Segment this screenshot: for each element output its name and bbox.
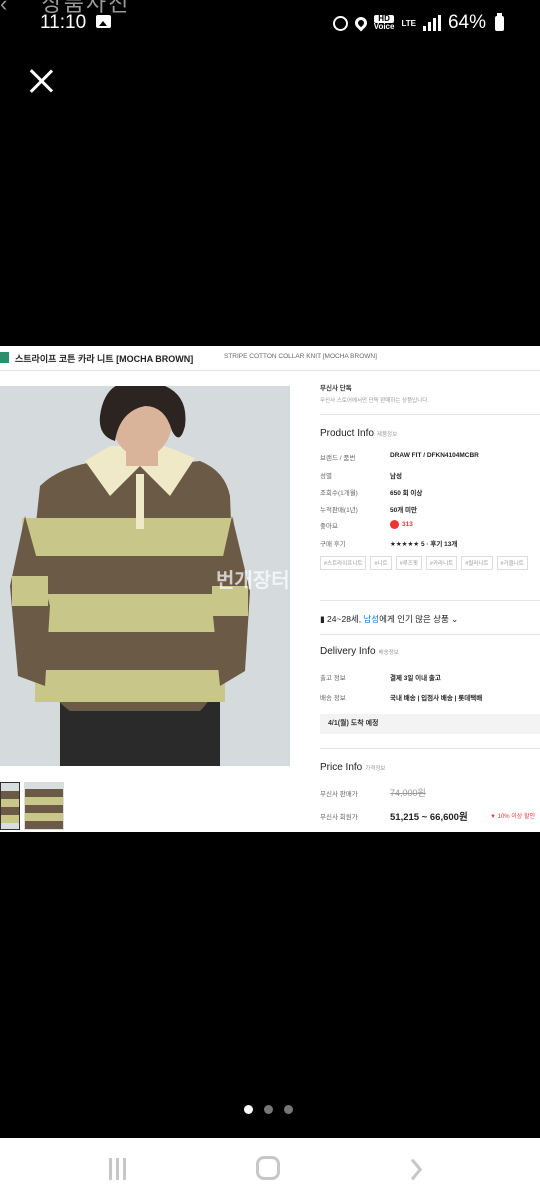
location-icon bbox=[352, 14, 370, 32]
thumbnail-2[interactable] bbox=[24, 782, 64, 830]
tag-list: #스트라이프니트 #니트 #루즈핏 #카라니트 #컬러니트 #가을니트 bbox=[320, 556, 540, 574]
store-badge-icon bbox=[0, 352, 9, 363]
popular-age-banner[interactable]: ▮ 24~28세, 남성에게 인기 많은 상품 ⌄ bbox=[320, 613, 458, 625]
tag-item[interactable]: #스트라이프니트 bbox=[320, 556, 367, 570]
signal-icon bbox=[422, 15, 441, 31]
hd-voice-icon: HD Voice bbox=[373, 14, 395, 31]
tag-item[interactable]: #카라니트 bbox=[425, 556, 458, 570]
tag-item[interactable]: #가을니트 bbox=[496, 556, 528, 570]
alarm-icon bbox=[332, 15, 348, 31]
lte-icon: LTE bbox=[401, 18, 416, 28]
tag-item[interactable]: #컬러니트 bbox=[461, 556, 493, 570]
watermark: 번개장터 bbox=[216, 570, 290, 592]
home-icon[interactable] bbox=[256, 1156, 280, 1180]
page-dot[interactable] bbox=[264, 1105, 273, 1114]
discount-badge: ▼ 10% 이상 할인 bbox=[490, 814, 536, 820]
product-photo: 번개장터 bbox=[0, 386, 290, 766]
arrival-estimate: 4/1(월) 도착 예정 bbox=[320, 714, 540, 734]
exclusive-desc: 무신사 스토어에서만 단독 판매하는 상품입니다. bbox=[320, 398, 429, 404]
status-bar: ‹ 상품사진 11:10 HD Voice LTE 64% bbox=[0, 0, 540, 44]
gallery-icon bbox=[96, 15, 111, 28]
exclusive-label: 무신사 단독 bbox=[320, 385, 352, 392]
back-chevron-icon: ‹ bbox=[0, 0, 8, 16]
tag-item[interactable]: #루즈핏 bbox=[395, 556, 422, 570]
system-icons: HD Voice LTE 64% bbox=[332, 12, 504, 34]
back-icon[interactable] bbox=[408, 1158, 428, 1180]
battery-percent: 64% bbox=[447, 12, 486, 33]
chart-icon: ▮ bbox=[320, 614, 328, 624]
chevron-down-icon[interactable]: ⌄ bbox=[451, 614, 458, 624]
close-icon[interactable] bbox=[26, 66, 58, 98]
tag-item[interactable]: #니트 bbox=[370, 556, 392, 570]
navigation-bar bbox=[0, 1138, 540, 1200]
status-time: 11:10 bbox=[40, 12, 87, 33]
product-info-panel: 무신사 단독 무신사 스토어에서만 단독 판매하는 상품입니다. Product… bbox=[320, 346, 540, 832]
thumbnail-strip bbox=[0, 782, 64, 830]
product-title-kr: 스트라이프 코튼 카라 니트 [MOCHA BROWN] bbox=[15, 354, 194, 364]
delivery-info-title: Delivery Info 배송정보 bbox=[320, 646, 399, 657]
page-dot-active[interactable] bbox=[244, 1105, 253, 1114]
thumbnail-1[interactable] bbox=[0, 782, 20, 830]
page-dot[interactable] bbox=[284, 1105, 293, 1114]
price-row-member[interactable]: 무신사 회원가 51,215 ~ 66,600원 ▼ 10% 이상 할인 bbox=[320, 811, 540, 823]
heart-icon[interactable] bbox=[390, 520, 399, 529]
product-info-title: Product Info 제품정보 bbox=[320, 428, 398, 439]
battery-icon bbox=[495, 12, 504, 31]
price-row-normal: 무신사 판매가 74,000원 bbox=[320, 788, 426, 798]
product-image[interactable]: 스트라이프 코튼 카라 니트 [MOCHA BROWN] STRIPE COTT… bbox=[0, 346, 540, 832]
recent-apps-icon[interactable] bbox=[106, 1158, 128, 1180]
page-indicator bbox=[244, 1105, 293, 1114]
price-info-title: Price Info 가격정보 bbox=[320, 762, 386, 773]
